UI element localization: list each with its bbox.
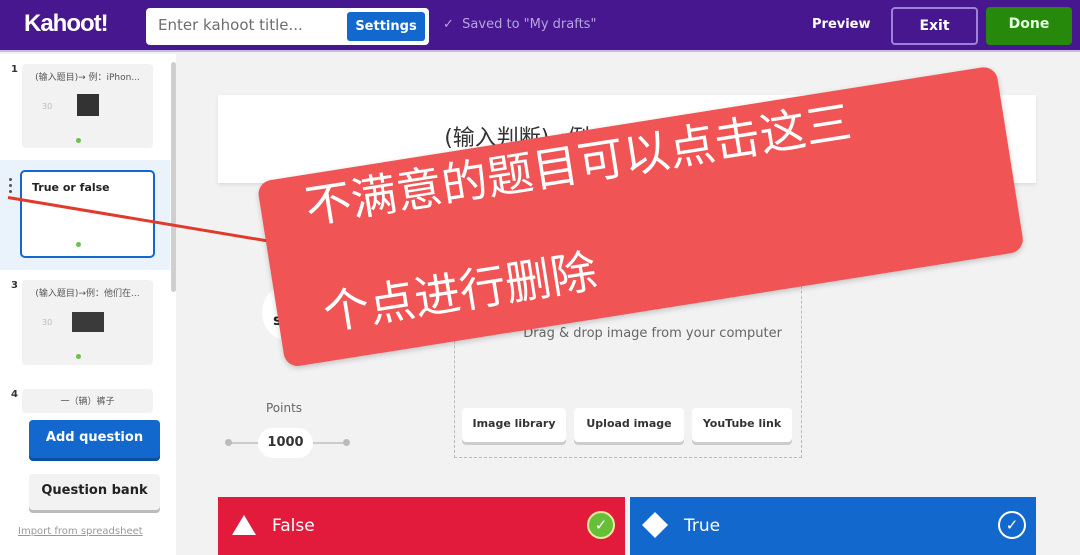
saved-status: ✓ Saved to "My drafts" [443, 17, 596, 32]
question-card-title: True or false [32, 181, 110, 194]
image-library-button[interactable]: Image library [462, 408, 566, 442]
status-dot [76, 242, 81, 247]
image-thumbnail [72, 312, 104, 332]
youtube-link-button[interactable]: YouTube link [692, 408, 792, 442]
answer-label: False [272, 516, 315, 536]
question-card-title: 一（辆）裤子 [60, 397, 115, 407]
check-icon: ✓ [443, 17, 454, 32]
question-card-title: (输入题目)→例：他们在... [35, 289, 140, 299]
status-dot [76, 138, 81, 143]
question-card-title: (输入题目)→ 例：iPhon... [35, 73, 140, 83]
answer-label: True [684, 516, 721, 536]
saved-text: Saved to "My drafts" [462, 17, 597, 32]
kahoot-logo[interactable]: Kahoot! [24, 10, 109, 38]
question-card-4[interactable]: 一（辆）裤子 [22, 389, 153, 413]
more-options-icon[interactable] [9, 178, 12, 196]
slider-stop[interactable] [343, 439, 350, 446]
sidebar-scrollbar[interactable] [171, 62, 176, 292]
import-spreadsheet-link[interactable]: Import from spreadsheet [18, 526, 143, 537]
time-thumb: 30 [42, 102, 53, 111]
question-bank-button[interactable]: Question bank [29, 474, 160, 510]
preview-button[interactable]: Preview [812, 17, 871, 32]
question-number: 3 [11, 280, 18, 291]
settings-button[interactable]: Settings [347, 12, 425, 41]
status-dot [76, 354, 81, 359]
correct-check-icon[interactable]: ✓ [587, 511, 615, 539]
top-bar: Kahoot! Settings ✓ Saved to "My drafts" … [0, 0, 1080, 52]
question-card-3[interactable]: (输入题目)→例：他们在... 30 [22, 280, 153, 365]
kahoot-title-input[interactable] [158, 16, 343, 34]
title-field: Settings [146, 8, 429, 45]
points-label: Points [266, 401, 303, 415]
question-number: 4 [11, 389, 18, 400]
points-value[interactable]: 1000 [258, 428, 313, 458]
add-question-button[interactable]: Add question [29, 420, 160, 458]
exit-button[interactable]: Exit [891, 7, 978, 45]
time-thumb: 30 [42, 318, 53, 327]
upload-image-button[interactable]: Upload image [574, 408, 684, 442]
image-thumbnail [77, 94, 99, 116]
question-card-1[interactable]: (输入题目)→ 例：iPhon... 30 [22, 64, 153, 148]
correct-check-icon[interactable]: ✓ [998, 511, 1026, 539]
question-number: 1 [11, 64, 18, 75]
diamond-icon [642, 512, 668, 538]
answer-false[interactable]: False ✓ [218, 497, 625, 555]
done-button[interactable]: Done [986, 7, 1072, 45]
answer-true[interactable]: True ✓ [630, 497, 1036, 555]
triangle-icon [232, 515, 256, 535]
question-card-2[interactable]: True or false [20, 170, 155, 258]
slider-stop[interactable] [225, 439, 232, 446]
